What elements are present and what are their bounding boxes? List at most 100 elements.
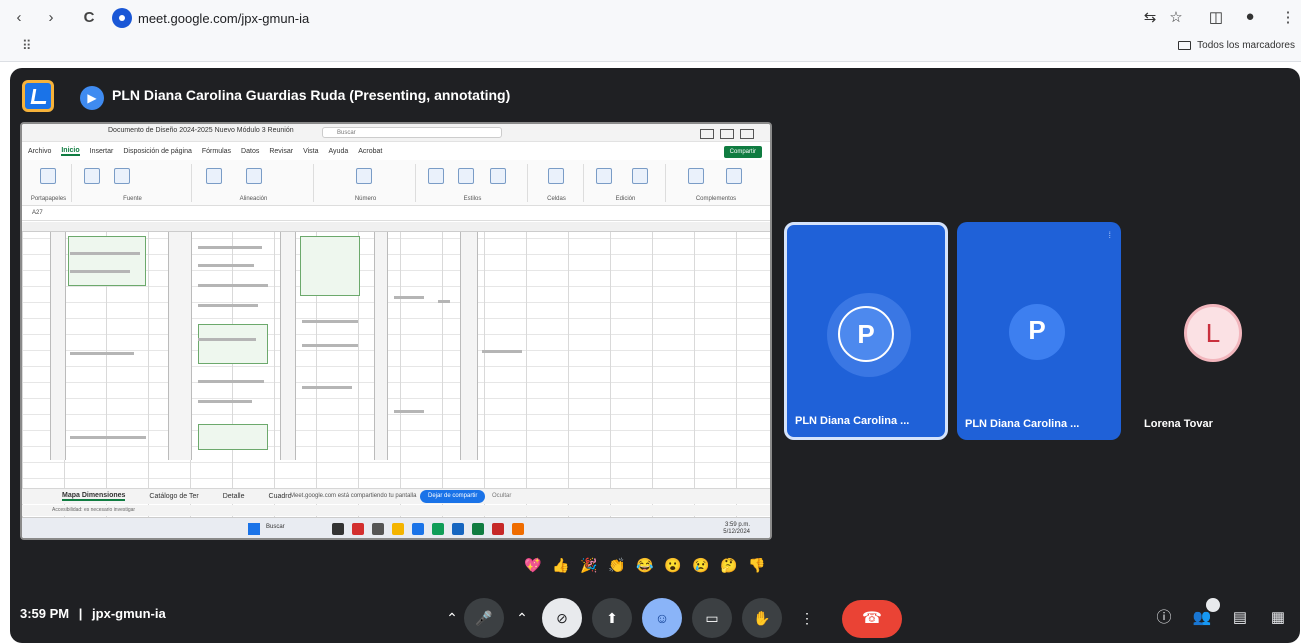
reactions-bar: 💖 👍 🎉 👏 😂 😮 😢 🤔 👎 xyxy=(522,554,768,576)
ribbon-group: Número xyxy=(316,164,416,202)
chevron-up-icon: ⌃ xyxy=(446,610,458,626)
chat-icon[interactable]: ▤ xyxy=(1228,606,1252,630)
excel-text xyxy=(70,252,140,255)
end-call-icon: ☎ xyxy=(862,610,882,627)
activities-icon[interactable]: ▦ xyxy=(1266,606,1290,630)
excel-text xyxy=(198,380,264,383)
all-bookmarks[interactable]: Todos los marcadores xyxy=(1178,40,1295,51)
reaction-heart-icon[interactable]: 💖 xyxy=(522,554,544,576)
tray-date-text: 5/12/2024 xyxy=(723,529,750,535)
meeting-side-controls: ⓘ 👥 ▤ ▦ xyxy=(1152,598,1290,630)
meeting-separator: | xyxy=(78,606,83,621)
captions-icon: ▭ xyxy=(705,610,719,626)
emoji-icon: ☺ xyxy=(654,610,670,626)
taskbar-search: Buscar xyxy=(266,524,285,530)
excel-column xyxy=(374,232,388,460)
taskbar-app-icon xyxy=(432,523,444,535)
emoji-button[interactable]: ☺ xyxy=(642,598,682,638)
reload-icon[interactable]: C xyxy=(78,7,100,29)
audio-options-button[interactable]: ⌃ xyxy=(440,598,464,638)
bookmark-star-icon[interactable]: ☆ xyxy=(1166,8,1186,26)
shared-screen[interactable]: Documento de Diseño 2024-2025 Nuevo Módu… xyxy=(20,122,772,540)
raise-hand-icon: ✋ xyxy=(753,610,771,626)
raise-hand-button[interactable]: ✋ xyxy=(742,598,782,638)
hide-notice-button: Ocultar xyxy=(492,493,512,499)
reaction-thumbs-down-icon[interactable]: 👎 xyxy=(746,554,768,576)
ribbon-group: Fuente xyxy=(74,164,192,202)
menu-icon[interactable]: ⋮ xyxy=(1278,8,1298,26)
excel-menu-item: Disposición de página xyxy=(123,147,192,155)
reaction-laugh-icon[interactable]: 😂 xyxy=(634,554,656,576)
excel-text xyxy=(198,304,258,307)
participant-count-badge xyxy=(1206,598,1220,612)
excel-text xyxy=(302,344,358,347)
taskbar-app-icon xyxy=(332,523,344,535)
address-bar[interactable]: meet.google.com/jpx-gmun-ia xyxy=(112,6,309,30)
excel-highlight xyxy=(68,236,146,286)
taskbar-app-icon xyxy=(472,523,484,535)
profile-icon[interactable]: ● xyxy=(1240,8,1260,25)
taskbar-app-icon xyxy=(412,523,424,535)
share-notice: Meet.google.com está compartiendo tu pan… xyxy=(290,493,417,499)
end-call-button[interactable]: ☎ xyxy=(842,600,902,638)
avatar: P xyxy=(1009,304,1065,360)
captions-button[interactable]: ▭ xyxy=(692,598,732,638)
meeting-info: 3:59 PM | jpx-gmun-ia xyxy=(20,606,166,621)
info-icon[interactable]: ⓘ xyxy=(1152,606,1176,630)
participant-name: PLN Diana Carolina ... xyxy=(965,418,1080,430)
url-text: meet.google.com/jpx-gmun-ia xyxy=(138,10,310,26)
reaction-clap-icon[interactable]: 👏 xyxy=(606,554,628,576)
excel-text xyxy=(394,410,424,413)
reaction-sad-icon[interactable]: 😢 xyxy=(690,554,712,576)
meeting-stage: ▶ PLN Diana Carolina Guardias Ruda (Pres… xyxy=(10,68,1300,643)
excel-menu-item: Vista xyxy=(303,147,319,155)
excel-text xyxy=(198,246,262,249)
apps-icon[interactable]: ⠿ xyxy=(22,38,32,54)
taskbar-app-icon xyxy=(352,523,364,535)
excel-menu-item: Insertar xyxy=(89,147,114,155)
back-icon[interactable]: ‹ xyxy=(8,7,30,29)
excel-title-bar: Documento de Diseño 2024-2025 Nuevo Módu… xyxy=(22,124,770,142)
mic-button[interactable]: 🎤 xyxy=(464,598,504,638)
excel-column xyxy=(280,232,296,460)
taskbar-app-icon xyxy=(512,523,524,535)
annotation-app-icon[interactable] xyxy=(22,80,54,112)
reaction-party-icon[interactable]: 🎉 xyxy=(578,554,600,576)
excel-highlight xyxy=(198,324,268,364)
reaction-surprised-icon[interactable]: 😮 xyxy=(662,554,684,576)
taskbar-app-icon xyxy=(452,523,464,535)
excel-share-button: Compartir xyxy=(723,146,762,158)
excel-column xyxy=(460,232,478,460)
excel-search: Buscar xyxy=(322,127,502,138)
forward-icon[interactable]: › xyxy=(40,7,62,29)
excel-menu-item: Fórmulas xyxy=(201,147,232,155)
more-options-button[interactable]: ⋮ xyxy=(792,598,822,638)
presenter-label: PLN Diana Carolina Guardias Ruda (Presen… xyxy=(112,87,511,103)
excel-column xyxy=(50,232,66,460)
camera-button[interactable]: ⊘ xyxy=(542,598,582,638)
windows-start-icon xyxy=(248,523,260,535)
participant-tile[interactable]: P PLN Diana Carolina ... xyxy=(784,222,948,440)
extensions-icon[interactable]: ◫ xyxy=(1206,8,1226,26)
taskbar-app-icon xyxy=(372,523,384,535)
reaction-thinking-icon[interactable]: 🤔 xyxy=(718,554,740,576)
participant-tile[interactable]: ⁞ P PLN Diana Carolina ... xyxy=(957,222,1121,440)
excel-menu-item: Inicio xyxy=(61,146,80,156)
participant-name: Lorena Tovar xyxy=(1144,418,1213,430)
excel-text xyxy=(482,350,522,353)
video-options-button[interactable]: ⌃ xyxy=(510,598,534,638)
excel-text xyxy=(70,270,130,273)
present-button[interactable]: ⬆ xyxy=(592,598,632,638)
excel-text xyxy=(302,320,358,323)
browser-toolbar: ‹ › C meet.google.com/jpx-gmun-ia ⇆ ☆ ◫ … xyxy=(0,0,1301,62)
participant-tile[interactable]: L Lorena Tovar xyxy=(1132,222,1296,440)
camera-off-icon: ⊘ xyxy=(556,610,568,626)
sheet-tab: Detalle xyxy=(222,493,245,500)
site-icon xyxy=(112,8,132,28)
people-icon[interactable]: 👥 xyxy=(1190,598,1220,630)
reaction-thumbs-up-icon[interactable]: 👍 xyxy=(550,554,572,576)
excel-column-headers xyxy=(22,222,770,232)
sheet-tab: Catálogo de Ter xyxy=(149,493,199,500)
translate-icon[interactable]: ⇆ xyxy=(1140,8,1160,26)
stop-sharing-button: Dejar de compartir xyxy=(420,490,486,503)
